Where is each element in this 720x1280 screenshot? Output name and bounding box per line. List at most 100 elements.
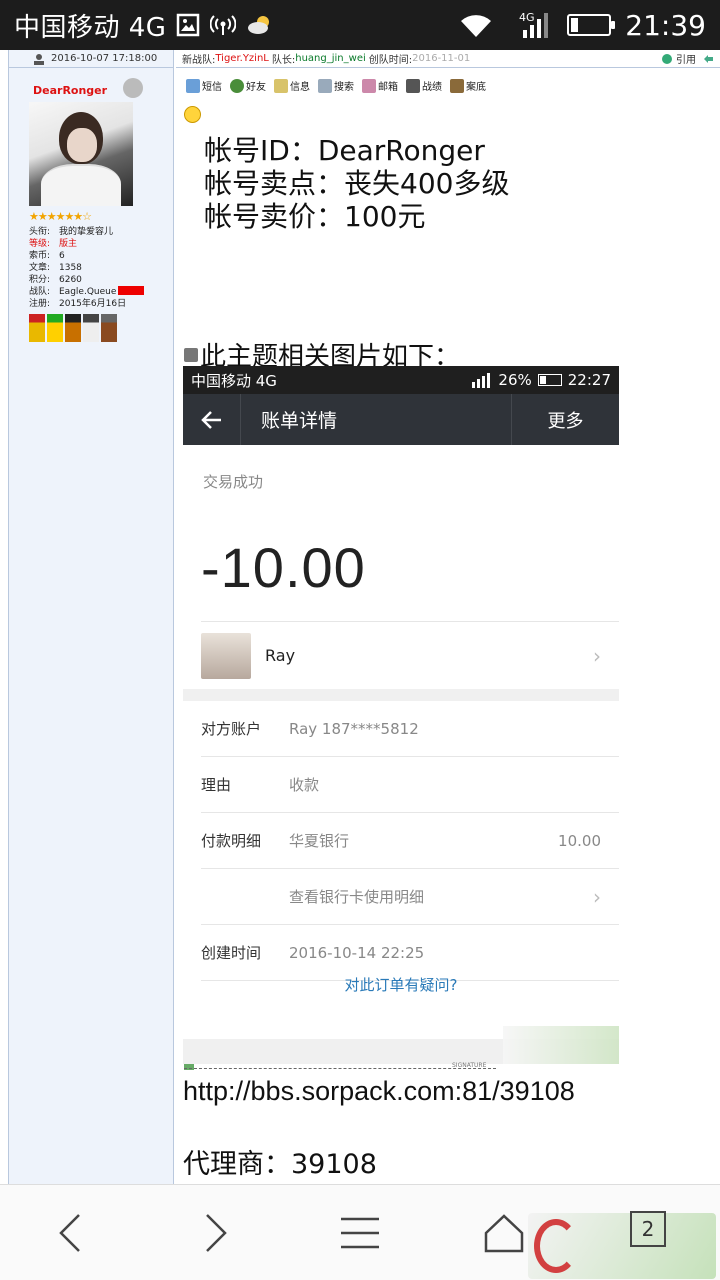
status-bar: 中国移动 4G 4G 21:39 [0,0,720,50]
author-stats: 头衔: 我的挚爱容儿 等级: 版主 索币: 6 文章: 1358 积分: 6260 战队:… [29,226,145,310]
sorpack-watermark-logo [528,1213,716,1279]
bill-title: 账单详情 [261,410,338,432]
user-toolbar: 短信 好友 信息 搜索 邮箱 战绩 案底 [186,78,486,93]
back-arrow-icon [183,394,241,445]
sword-icon [406,78,420,93]
stat-level: 等级: 版主 [29,239,78,249]
signature-url[interactable]: http://bbs.sorpack.com:81/39108 [183,1076,575,1107]
mail-button[interactable]: 邮箱 [362,78,398,93]
author-panel: 2016-10-07 17:18:00 DearRonger ★★★★★★☆ 头… [8,50,174,1184]
detail-card-usage-row: 查看银行卡使用明细 › [201,869,619,925]
svg-text:4G: 4G [519,11,535,24]
menu-icon [341,1217,379,1249]
post-date-bar: 2016-10-07 17:18:00 [9,50,173,68]
screenshot-signal-icon [472,373,491,388]
post-datetime: 2016-10-07 17:18:00 [51,53,158,64]
medal-list [29,314,117,342]
quote-icon [662,53,672,64]
menu-button[interactable] [330,1207,390,1259]
quote-button[interactable]: 引用 [661,51,696,66]
signature-label: SIGNATURE [452,1062,487,1069]
wifi-icon [459,12,493,38]
search-icon [318,78,332,93]
stat-title: 头衔: 我的挚爱容儿 [29,227,114,237]
back-button[interactable] [40,1207,100,1259]
detail-payment-row: 付款明细 华夏银行 10.00 [201,813,619,869]
signature-divider [184,1068,496,1074]
forward-button[interactable] [186,1207,246,1259]
selling-point-line: 帐号卖点：丧失400多级 [204,167,510,200]
attached-screenshot[interactable]: 中国移动 4G 26% 22:27 账单详情 更多 交易成功 -10.00 Ra… [183,366,619,1064]
team-label: 新战队: [182,55,216,66]
transaction-status: 交易成功 [203,473,264,491]
medal-icon [65,314,81,342]
detail-created-row: 创建时间 2016-10-14 22:25 [201,925,619,981]
stat-posts: 文章: 1358 [29,263,82,273]
team-flag-icon [118,286,145,295]
info-button[interactable]: 信息 [274,78,310,93]
stat-points: 积分: 6260 [29,275,82,285]
user-icon [33,53,45,65]
order-question-link: 对此订单有疑问? [344,976,458,994]
payee-row: Ray › [201,621,619,689]
medal-icon [83,314,99,342]
detail-account-row: 对方账户 Ray 187****5812 [201,701,619,757]
rank-stars: ★★★★★★☆ [29,210,92,223]
agent-line: 代理商：39108 [183,1149,377,1180]
chevron-right-icon: › [593,643,601,668]
medal-icon [101,314,117,342]
account-id-line: 帐号ID：DearRonger [204,134,485,167]
payee-name: Ray [265,646,296,665]
friend-button[interactable]: 好友 [230,78,266,93]
author-avatar[interactable] [29,102,133,206]
screenshot-status-bar: 中国移动 4G 26% 22:27 [183,366,619,394]
chevron-right-icon [206,1214,227,1252]
bill-nav-bar: 账单详情 更多 [183,394,619,445]
created-label: 创队时间: [368,55,413,66]
transaction-amount: -10.00 [201,536,366,599]
hotspot-icon [210,13,237,37]
stat-registered: 注册: 2015年6月16日 [29,299,127,309]
smiley-icon [184,106,201,123]
post-info-bar: 新战队: Tiger.YzinL 队长: huang_jin_wei 创队时间:… [176,50,720,68]
watermark-logo [503,1026,619,1064]
reply-icon[interactable] [702,51,714,66]
home-button[interactable] [474,1207,534,1259]
battery-icon [567,14,616,36]
attachment-icon [184,347,198,362]
price-line: 帐号卖价：100元 [204,200,426,233]
more-label: 更多 [511,394,619,445]
team-name-link[interactable]: Tiger.YzinL [215,53,269,64]
transaction-summary: 交易成功 -10.00 Ray › [183,445,619,689]
created-date: 2016-11-01 [412,53,471,64]
screenshot-battery-icon [537,374,562,386]
stat-team: 战队: Eagle.Queue [29,286,145,298]
payee-avatar [201,632,251,679]
leader-name-link[interactable]: huang_jin_wei [295,53,366,64]
author-name[interactable]: DearRonger [33,84,107,97]
browser-bottom-bar: 2 [0,1184,720,1280]
record-button[interactable]: 战绩 [406,78,442,93]
clock: 21:39 [625,8,706,42]
case-button[interactable]: 案底 [450,78,486,93]
tabs-button[interactable]: 2 [630,1211,666,1247]
stat-coins: 索币: 6 [29,251,65,261]
info-icon [274,78,288,93]
weather-icon [246,13,274,37]
online-status-icon [123,78,143,98]
case-icon [450,78,464,93]
forum-page: 2016-10-07 17:18:00 DearRonger ★★★★★★☆ 头… [0,50,720,1184]
image-notification-icon [176,13,200,37]
home-icon [484,1214,524,1253]
signal-icon: 4G [517,10,553,40]
leader-label: 队长: [271,55,296,66]
sms-icon [186,78,200,93]
mail-icon [362,78,376,93]
sms-button[interactable]: 短信 [186,78,222,93]
carrier-label: 中国移动 4G [14,12,167,43]
post-content: 帐号ID：DearRonger 帐号卖点：丧失400多级 帐号卖价：100元 [204,134,509,233]
detail-reason-row: 理由 收款 [201,757,619,813]
chevron-right-icon: › [593,884,601,909]
search-button[interactable]: 搜索 [318,78,354,93]
chevron-left-icon [59,1214,80,1252]
